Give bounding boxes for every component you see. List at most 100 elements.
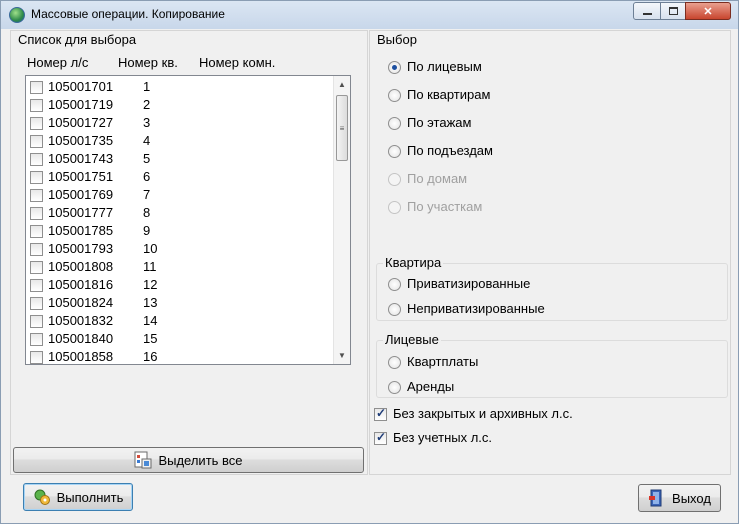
account-number: 105001793: [48, 241, 114, 256]
row-checkbox[interactable]: [30, 153, 43, 166]
row-checkbox[interactable]: [30, 261, 43, 274]
column-header-room: Номер комн.: [199, 55, 276, 70]
exclude-closed-label[interactable]: Без закрытых и архивных л.с.: [393, 406, 573, 421]
list-item[interactable]: 105001785 9: [26, 222, 332, 240]
title-bar[interactable]: Массовые операции. Копирование ✕: [1, 1, 738, 29]
scroll-up-arrow-icon[interactable]: ▲: [334, 76, 350, 93]
row-checkbox[interactable]: [30, 297, 43, 310]
accounts-group-title: Лицевые: [383, 332, 441, 347]
list-item[interactable]: 105001808 11: [26, 258, 332, 276]
list-item[interactable]: 105001751 6: [26, 168, 332, 186]
radio-leases-label[interactable]: Аренды: [407, 379, 454, 394]
apartment-group-title: Квартира: [383, 255, 444, 270]
apartment-number: 2: [143, 97, 151, 112]
scroll-down-arrow-icon[interactable]: ▼: [334, 347, 350, 364]
radio-by-account-label[interactable]: По лицевым: [407, 59, 482, 74]
column-header-apartment: Номер кв.: [118, 55, 178, 70]
row-checkbox[interactable]: [30, 279, 43, 292]
row-checkbox[interactable]: [30, 315, 43, 328]
apartment-number: 3: [143, 115, 151, 130]
selection-list-title: Список для выбора: [18, 32, 137, 47]
row-checkbox[interactable]: [30, 135, 43, 148]
scroll-thumb[interactable]: ≡: [336, 95, 348, 161]
radio-leases[interactable]: [388, 381, 401, 394]
radio-by-entrance[interactable]: [388, 145, 401, 158]
radio-privatized-label[interactable]: Приватизированные: [407, 276, 530, 291]
list-item[interactable]: 105001769 7: [26, 186, 332, 204]
maximize-icon: [668, 7, 678, 15]
radio-by-house-label: По домам: [407, 171, 468, 186]
row-checkbox[interactable]: [30, 189, 43, 202]
list-item[interactable]: 105001743 5: [26, 150, 332, 168]
apartment-number: 6: [143, 169, 151, 184]
apartment-number: 14: [143, 313, 158, 328]
list-item[interactable]: 105001777 8: [26, 204, 332, 222]
account-number: 105001769: [48, 187, 114, 202]
exit-label: Выход: [672, 490, 711, 506]
apartment-number: 5: [143, 151, 151, 166]
apartment-number: 9: [143, 223, 151, 238]
radio-non-privatized-label[interactable]: Неприватизированные: [407, 301, 545, 316]
list-item[interactable]: 105001735 4: [26, 132, 332, 150]
radio-non-privatized[interactable]: [388, 303, 401, 316]
row-checkbox[interactable]: [30, 207, 43, 220]
apartment-number: 8: [143, 205, 151, 220]
list-item[interactable]: 105001858 16: [26, 348, 332, 364]
radio-rent-payments[interactable]: [388, 356, 401, 369]
exclude-closed-checkbox[interactable]: [374, 406, 387, 421]
exit-button[interactable]: Выход: [638, 484, 721, 512]
exclude-registered-checkbox[interactable]: [374, 430, 387, 445]
radio-by-account[interactable]: [388, 61, 401, 74]
execute-gear-icon: [33, 488, 51, 506]
close-icon: ✕: [703, 5, 713, 18]
account-number: 105001751: [48, 169, 114, 184]
radio-by-apartment-label[interactable]: По квартирам: [407, 87, 490, 102]
row-checkbox[interactable]: [30, 333, 43, 346]
column-header-account: Номер л/с: [27, 55, 89, 70]
execute-button[interactable]: Выполнить: [23, 483, 133, 511]
row-checkbox[interactable]: [30, 171, 43, 184]
select-all-button[interactable]: Выделить все: [13, 447, 364, 473]
account-number: 105001832: [48, 313, 114, 328]
row-checkbox[interactable]: [30, 81, 43, 94]
row-checkbox[interactable]: [30, 243, 43, 256]
choice-panel-title: Выбор: [377, 32, 417, 47]
exclude-registered-label[interactable]: Без учетных л.с.: [393, 430, 492, 445]
list-item[interactable]: 105001719 2: [26, 96, 332, 114]
account-number: 105001777: [48, 205, 114, 220]
list-scrollbar[interactable]: ▲ ≡ ▼: [333, 76, 350, 364]
list-item[interactable]: 105001727 3: [26, 114, 332, 132]
list-item[interactable]: 105001832 14: [26, 312, 332, 330]
minimize-icon: [642, 13, 652, 15]
list-item[interactable]: 105001793 10: [26, 240, 332, 258]
radio-by-house: [388, 173, 401, 186]
row-checkbox[interactable]: [30, 117, 43, 130]
window-title: Массовые операции. Копирование: [31, 7, 225, 21]
account-number: 105001701: [48, 79, 114, 94]
row-checkbox[interactable]: [30, 99, 43, 112]
list-item[interactable]: 105001824 13: [26, 294, 332, 312]
apartment-number: 10: [143, 241, 158, 256]
apartment-number: 12: [143, 277, 158, 292]
close-button[interactable]: ✕: [685, 2, 731, 20]
radio-by-apartment[interactable]: [388, 89, 401, 102]
radio-rent-payments-label[interactable]: Квартплаты: [407, 354, 478, 369]
list-item[interactable]: 105001701 1: [26, 78, 332, 96]
account-list[interactable]: 105001701 1 105001719 2 105001727 3 1050…: [25, 75, 351, 365]
account-number: 105001858: [48, 349, 114, 364]
apartment-number: 16: [143, 349, 158, 364]
radio-by-floor-label[interactable]: По этажам: [407, 115, 471, 130]
row-checkbox[interactable]: [30, 351, 43, 364]
row-checkbox[interactable]: [30, 225, 43, 238]
radio-by-floor[interactable]: [388, 117, 401, 130]
select-all-label: Выделить все: [158, 452, 243, 468]
maximize-button[interactable]: [660, 2, 686, 20]
mass-operations-window: Массовые операции. Копирование ✕ Список …: [0, 0, 739, 524]
minimize-button[interactable]: [633, 2, 661, 20]
radio-by-entrance-label[interactable]: По подъездам: [407, 143, 493, 158]
radio-privatized[interactable]: [388, 278, 401, 291]
account-number: 105001816: [48, 277, 114, 292]
list-item[interactable]: 105001840 15: [26, 330, 332, 348]
globe-icon: [9, 7, 25, 23]
list-item[interactable]: 105001816 12: [26, 276, 332, 294]
